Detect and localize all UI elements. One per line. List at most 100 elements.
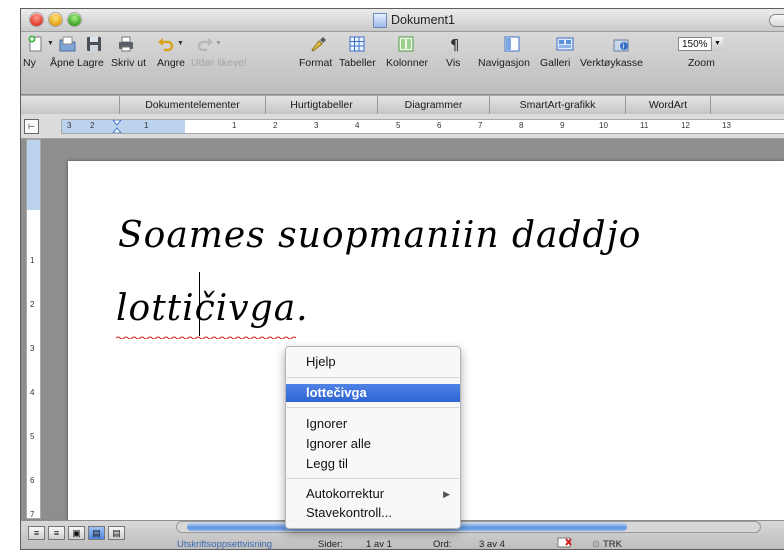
zoom-window-button[interactable]	[68, 13, 81, 26]
toolbar-label-redo[interactable]: Utfør likevel	[191, 57, 246, 69]
ruler-number: 5	[396, 121, 401, 130]
ruler-number: 2	[90, 121, 95, 130]
pages-label: Sider:	[318, 539, 343, 550]
new-dropdown-icon[interactable]: ▼	[47, 40, 54, 47]
window-title-text: Dokument1	[391, 13, 455, 27]
track-changes-label[interactable]: TRK	[603, 539, 622, 549]
tab-document-elements[interactable]: Dokumentelementer	[119, 96, 265, 114]
ruler-number: 1	[232, 121, 237, 130]
ruler-number: 1	[144, 121, 149, 130]
menu-item-spelling[interactable]: Stavekontroll...	[286, 504, 460, 522]
pilcrow-icon[interactable]: ¶	[445, 35, 463, 53]
words-value[interactable]: 3 av 4	[479, 539, 505, 549]
vertical-ruler-margin	[27, 140, 40, 210]
ruler-number: 11	[640, 121, 649, 130]
toolbar-label-save[interactable]: Lagre	[77, 57, 104, 69]
screen-edge	[0, 0, 20, 548]
redo-icon[interactable]	[196, 35, 214, 53]
toolbar-label-gallery[interactable]: Galleri	[540, 57, 570, 69]
horizontal-scrollbar[interactable]	[176, 521, 761, 533]
toolbar-label-columns[interactable]: Kolonner	[386, 57, 428, 69]
menu-separator	[287, 377, 459, 378]
menu-item-add[interactable]: Legg til	[286, 455, 460, 473]
save-icon[interactable]	[85, 35, 103, 53]
svg-text:¶: ¶	[450, 36, 460, 53]
toolbar-label-zoom[interactable]: Zoom	[688, 57, 715, 69]
vertical-ruler-number: 5	[30, 432, 35, 441]
ruler-number: 7	[478, 121, 483, 130]
new-document-icon[interactable]	[27, 35, 45, 53]
svg-text:i: i	[623, 43, 625, 51]
vertical-ruler-number: 2	[30, 300, 35, 309]
print-icon[interactable]	[117, 35, 135, 53]
indent-marker-icon[interactable]	[112, 120, 122, 133]
vertical-ruler-number: 6	[30, 476, 35, 485]
pages-value[interactable]: 1 av 1	[366, 539, 392, 549]
print-layout-view-button[interactable]: ▤	[88, 526, 105, 540]
toolbar-label-new[interactable]: Ny	[23, 57, 36, 69]
tab-quick-tables[interactable]: Hurtigtabeller	[265, 96, 377, 114]
vertical-ruler-number: 1	[30, 256, 35, 265]
toolbar-label-undo[interactable]: Angre	[157, 57, 185, 69]
words-label: Ord:	[433, 539, 452, 550]
menu-item-ignore-all[interactable]: Ignorer alle	[286, 435, 460, 453]
tab-charts[interactable]: Diagrammer	[377, 96, 489, 114]
document-icon	[373, 12, 387, 28]
publishing-view-button[interactable]: ▤	[108, 526, 125, 540]
columns-icon[interactable]	[397, 35, 415, 53]
toolbar-label-view[interactable]: Vis	[446, 57, 460, 69]
window-title: Dokument1	[373, 12, 455, 28]
toolbar-label-tables[interactable]: Tabeller	[339, 57, 376, 69]
document-line-2[interactable]: lottičivga.	[116, 288, 309, 329]
navigation-pane-icon[interactable]	[503, 35, 521, 53]
ruler-left-margin	[62, 120, 185, 133]
toolbar-label-navigation[interactable]: Navigasjon	[478, 57, 530, 69]
menu-item-ignore[interactable]: Ignorer	[286, 415, 460, 433]
toolbar-label-toolbox[interactable]: Verktøykasse	[580, 57, 643, 69]
menu-separator	[287, 478, 459, 479]
toolbar-label-print[interactable]: Skriv ut	[111, 57, 146, 69]
zoom-dropdown-icon[interactable]: ▼	[711, 37, 723, 51]
undo-dropdown-icon[interactable]: ▼	[177, 40, 184, 47]
minimize-window-button[interactable]	[49, 13, 62, 26]
tab-stop-selector[interactable]: ⊢	[24, 119, 39, 134]
table-icon[interactable]	[348, 35, 366, 53]
tab-smartart[interactable]: SmartArt-grafikk	[489, 96, 625, 114]
gallery-icon[interactable]	[556, 35, 574, 53]
toolbox-icon[interactable]: i	[612, 35, 630, 53]
close-window-button[interactable]	[30, 13, 43, 26]
ruler-number: 12	[681, 121, 690, 130]
vertical-ruler[interactable]: 1 2 3 4 5 6 7	[26, 139, 41, 519]
format-brush-icon[interactable]	[309, 35, 327, 53]
vertical-ruler-number: 7	[30, 510, 35, 519]
horizontal-ruler[interactable]: 3 2 1 1 2 3 4 5 6 7 8 9 10 11 12 13	[61, 119, 784, 134]
menu-item-suggestion[interactable]: lottečivga	[286, 384, 460, 402]
redo-dropdown-icon[interactable]: ▼	[215, 40, 222, 47]
draft-view-button[interactable]: ≡	[28, 526, 45, 540]
vertical-ruler-number: 3	[30, 344, 35, 353]
menu-item-autocorrect[interactable]: Autokorrektur	[286, 485, 460, 503]
undo-icon[interactable]	[157, 35, 175, 53]
spelling-status-icon[interactable]	[557, 537, 573, 549]
tab-wordart[interactable]: WordArt	[625, 96, 711, 114]
outline-view-button[interactable]: ≡	[48, 526, 65, 540]
vertical-ruler-number: 4	[30, 388, 35, 397]
ruler-number: 3	[314, 121, 319, 130]
ruler-number: 13	[722, 121, 731, 130]
submenu-arrow-icon: ▶	[443, 489, 450, 499]
title-bar: Dokument1	[21, 9, 784, 32]
ruler-number: 6	[437, 121, 442, 130]
ruler-number: 4	[355, 121, 360, 130]
toolbar-label-open[interactable]: Åpne	[50, 57, 75, 69]
notebook-view-button[interactable]: ▣	[68, 526, 85, 540]
open-folder-icon[interactable]	[59, 35, 77, 53]
spelling-context-menu: Hjelp lottečivga Ignorer Ignorer alle Le…	[285, 346, 461, 529]
standard-toolbar: ▼ ▼ ▼ ¶ i 150% ▼ Ny Åpne Lagre Skriv ut …	[21, 32, 784, 94]
menu-item-help[interactable]: Hjelp	[286, 353, 460, 371]
ruler-number: 10	[599, 121, 608, 130]
document-line-1[interactable]: Soames suopmaniin daddjo	[118, 215, 641, 256]
toolbar-toggle-button[interactable]	[769, 14, 784, 27]
text-cursor	[199, 272, 200, 336]
track-changes-icon[interactable]: ⊙	[592, 539, 600, 549]
toolbar-label-format[interactable]: Format	[299, 57, 332, 69]
